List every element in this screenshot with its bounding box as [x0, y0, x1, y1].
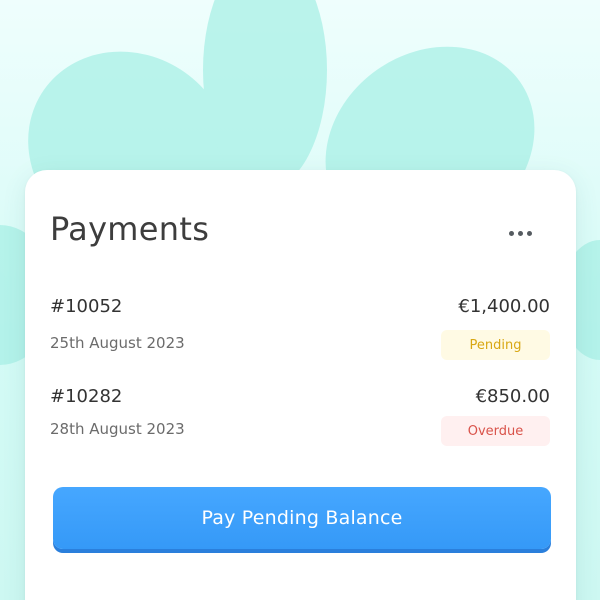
payment-row[interactable]: #10052 25th August 2023 €1,400.00 Pendin…	[50, 296, 550, 360]
payment-date: 28th August 2023	[50, 420, 185, 438]
payment-amount: €1,400.00	[458, 296, 550, 317]
payment-row[interactable]: #10282 28th August 2023 €850.00 Overdue	[50, 386, 550, 450]
payments-card: Payments #10052 25th August 2023 €1,400.…	[25, 170, 576, 600]
payment-date: 25th August 2023	[50, 334, 185, 352]
payment-id: #10282	[50, 386, 123, 407]
more-horizontal-icon-dot	[517, 230, 523, 236]
page-title: Payments	[50, 210, 210, 248]
more-horizontal-icon	[508, 230, 514, 236]
more-horizontal-icon-dot	[526, 230, 532, 236]
status-badge: Pending	[441, 330, 550, 360]
pay-pending-balance-button[interactable]: Pay Pending Balance	[53, 487, 551, 549]
status-badge: Overdue	[441, 416, 550, 446]
payment-id: #10052	[50, 296, 123, 317]
more-options-button[interactable]	[495, 214, 545, 252]
payment-amount: €850.00	[475, 386, 550, 407]
